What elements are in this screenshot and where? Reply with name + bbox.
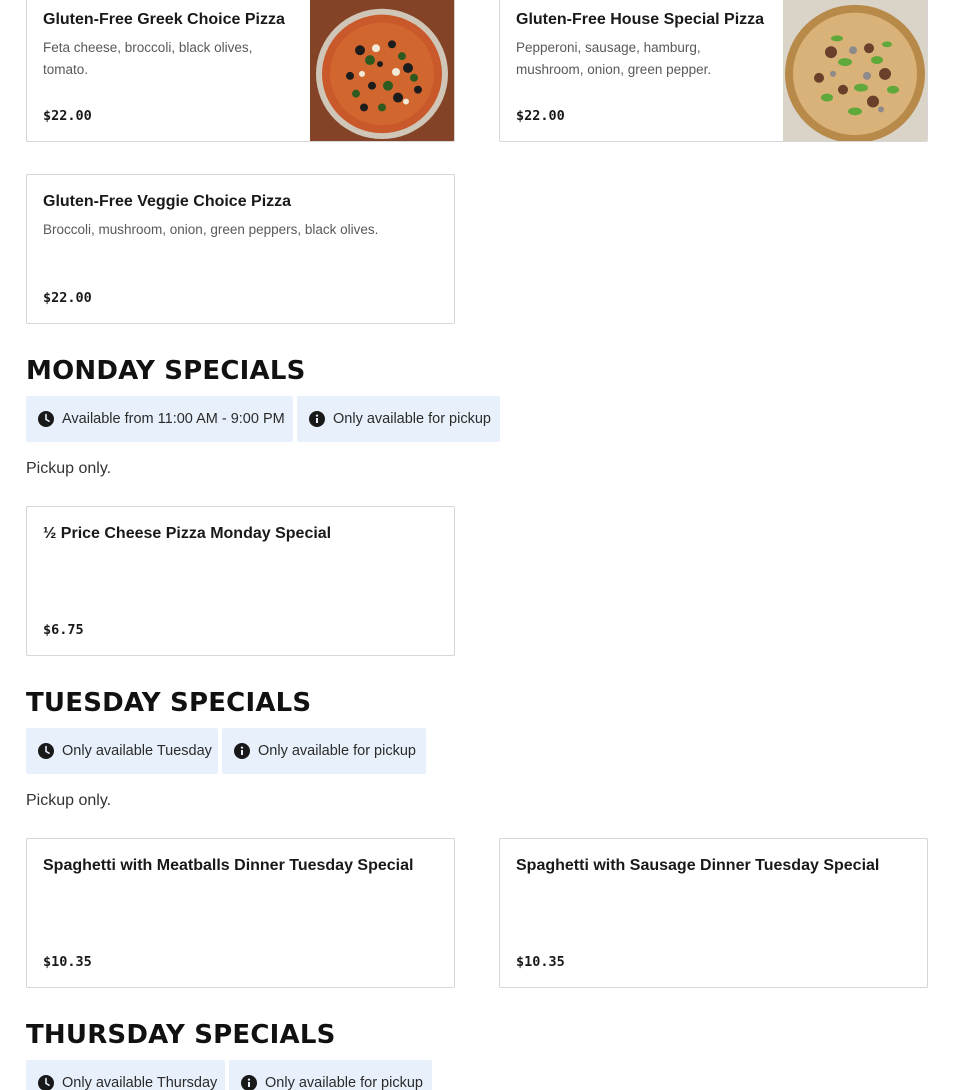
item-name: Gluten-Free Greek Choice Pizza [43, 11, 285, 28]
chip-label: Available from 11:00 AM - 9:00 PM [62, 411, 285, 427]
item-description: Pepperoni, sausage, hamburg, mushroom, o… [516, 40, 712, 77]
chip-label: Only available Thursday [62, 1075, 218, 1090]
item-name: Spaghetti with Meatballs Dinner Tuesday … [43, 857, 414, 874]
item-price: $22.00 [516, 108, 565, 124]
clock-icon [38, 1075, 54, 1090]
pickup-only-chip: Only available for pickup [229, 1060, 432, 1090]
section-title-thursday: THURSDAY SPECIALS [26, 1020, 336, 1050]
greek-pizza-photo [310, 0, 454, 141]
item-price: $6.75 [43, 622, 84, 638]
chip-label: Only available for pickup [333, 411, 491, 427]
house-special-pizza-photo [783, 0, 927, 141]
pickup-only-chip: Only available for pickup [297, 396, 500, 442]
item-price: $22.00 [43, 108, 92, 124]
chip-label: Only available Tuesday [62, 743, 212, 759]
menu-item-card[interactable]: Gluten-Free House Special Pizza Pepperon… [499, 0, 928, 142]
item-price: $10.35 [516, 954, 565, 970]
section-note: Pickup only. [26, 460, 112, 477]
item-description: Broccoli, mushroom, onion, green peppers… [43, 222, 379, 237]
pickup-only-chip: Only available for pickup [222, 728, 426, 774]
section-title-tuesday: TUESDAY SPECIALS [26, 688, 312, 718]
availability-time-chip: Only available Tuesday [26, 728, 218, 774]
item-name: Gluten-Free House Special Pizza [516, 11, 765, 28]
availability-time-chip: Available from 11:00 AM - 9:00 PM [26, 396, 293, 442]
menu-item-card[interactable]: Gluten-Free Greek Choice Pizza Feta chee… [26, 0, 455, 142]
item-price: $10.35 [43, 954, 92, 970]
chip-label: Only available for pickup [265, 1075, 423, 1090]
item-name: Gluten-Free Veggie Choice Pizza [43, 193, 292, 210]
section-title-monday: MONDAY SPECIALS [26, 356, 306, 386]
item-description: Feta cheese, broccoli, black olives, tom… [43, 40, 253, 77]
item-price: $22.00 [43, 290, 92, 306]
item-name: ½ Price Cheese Pizza Monday Special [43, 525, 332, 542]
menu-item-card[interactable]: Spaghetti with Sausage Dinner Tuesday Sp… [499, 838, 928, 988]
info-icon [234, 743, 250, 759]
menu-item-card[interactable]: Spaghetti with Meatballs Dinner Tuesday … [26, 838, 455, 988]
section-note: Pickup only. [26, 792, 112, 809]
menu-item-card[interactable]: ½ Price Cheese Pizza Monday Special $6.7… [26, 506, 455, 656]
availability-time-chip: Only available Thursday [26, 1060, 225, 1090]
info-icon [309, 411, 325, 427]
clock-icon [38, 743, 54, 759]
clock-icon [38, 411, 54, 427]
menu-item-card[interactable]: Gluten-Free Veggie Choice Pizza Broccoli… [26, 174, 455, 324]
item-name: Spaghetti with Sausage Dinner Tuesday Sp… [516, 857, 880, 874]
chip-label: Only available for pickup [258, 743, 416, 759]
info-icon [241, 1075, 257, 1090]
